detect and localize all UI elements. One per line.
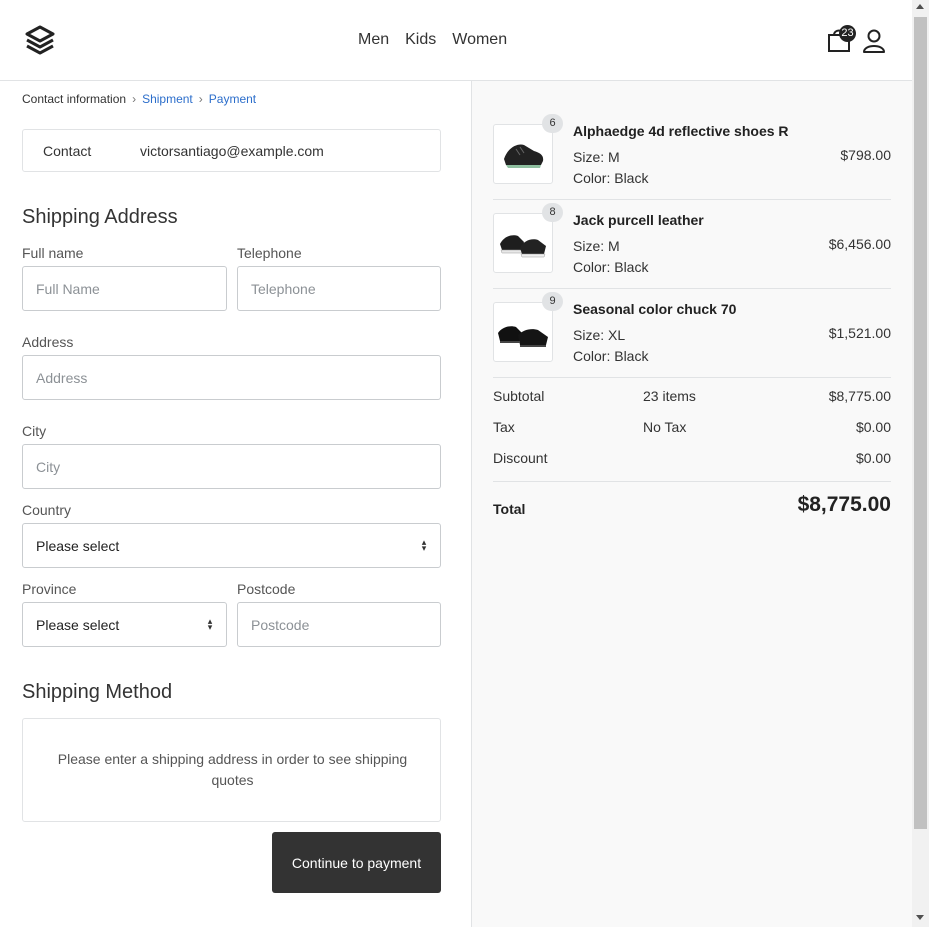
nav-link-women[interactable]: Women <box>444 30 515 50</box>
breadcrumb-contact-information: Contact information <box>22 92 127 106</box>
tax-value: $0.00 <box>855 419 891 435</box>
subtotal-label: Subtotal <box>493 388 545 404</box>
page-scrollbar[interactable] <box>912 0 929 927</box>
cart-item: 9 Seasonal color chuck 70 Size: XL Color… <box>493 289 891 378</box>
nav-link-kids[interactable]: Kids <box>397 30 444 50</box>
item-name: Alphaedge 4d reflective shoes R <box>573 123 789 139</box>
subtotal-items-count: 23 items <box>643 388 696 404</box>
full-name-label: Full name <box>22 245 84 261</box>
breadcrumb-separator: › <box>198 92 203 106</box>
item-quantity-badge: 9 <box>542 292 563 311</box>
shipping-method-message: Please enter a shipping address in order… <box>57 751 408 788</box>
contact-label: Contact <box>43 143 92 159</box>
grand-total-row: Total $8,775.00 <box>493 493 891 523</box>
full-name-input[interactable] <box>22 266 227 311</box>
country-selected-value: Please select <box>36 538 120 554</box>
item-name: Jack purcell leather <box>573 212 704 228</box>
item-size: Size: M <box>573 149 620 165</box>
total-divider <box>493 481 891 482</box>
breadcrumb-shipment[interactable]: Shipment <box>142 92 193 106</box>
product-thumbnail <box>493 124 553 184</box>
item-price: $798.00 <box>840 147 891 163</box>
item-quantity-badge: 8 <box>542 203 563 222</box>
scroll-up-arrow-icon[interactable] <box>916 4 924 9</box>
scroll-down-arrow-icon[interactable] <box>916 915 924 920</box>
discount-label: Discount <box>493 450 548 466</box>
shipping-address-title: Shipping Address <box>22 206 178 228</box>
select-arrows-icon: ▴ ▾ <box>421 537 427 553</box>
province-label: Province <box>22 581 77 597</box>
telephone-label: Telephone <box>237 245 302 261</box>
sneaker-image <box>500 235 546 258</box>
item-color: Color: Black <box>573 170 649 186</box>
shipping-method-title: Shipping Method <box>22 681 173 703</box>
sneaker-image <box>504 144 544 168</box>
breadcrumb-separator: › <box>132 92 137 106</box>
continue-to-payment-button[interactable]: Continue to payment <box>272 832 441 893</box>
city-label: City <box>22 423 47 439</box>
cart-count-badge: 23 <box>839 25 856 42</box>
site-header: Men Kids Women 23 <box>0 0 912 81</box>
postcode-label: Postcode <box>237 581 296 597</box>
select-arrows-icon: ▴ ▾ <box>207 616 213 632</box>
item-price: $6,456.00 <box>828 236 891 252</box>
order-summary: 6 Alphaedge 4d reflective shoes R Size: … <box>471 81 912 927</box>
item-price: $1,521.00 <box>828 325 891 341</box>
subtotal-value: $8,775.00 <box>828 388 891 404</box>
country-select[interactable]: Please select ▴ ▾ <box>22 523 441 568</box>
breadcrumb: Contact information › Shipment › Payment <box>22 92 256 106</box>
postcode-input[interactable] <box>237 602 441 647</box>
cart-item: 6 Alphaedge 4d reflective shoes R Size: … <box>493 111 891 200</box>
item-size: Size: M <box>573 238 620 254</box>
product-thumbnail <box>493 302 553 362</box>
main-nav: Men Kids Women <box>350 30 515 50</box>
item-name: Seasonal color chuck 70 <box>573 301 737 317</box>
discount-row: Discount $0.00 <box>493 450 891 481</box>
tax-note: No Tax <box>643 419 687 435</box>
shipping-method-box: Please enter a shipping address in order… <box>22 718 441 822</box>
contact-email: victorsantiago@example.com <box>140 143 324 159</box>
nav-link-men[interactable]: Men <box>350 30 397 50</box>
contact-summary: Contact victorsantiago@example.com <box>22 129 441 172</box>
subtotal-row: Subtotal 23 items $8,775.00 <box>493 388 891 419</box>
address-label: Address <box>22 334 74 350</box>
item-quantity-badge: 6 <box>542 114 563 133</box>
layers-logo-icon[interactable] <box>24 24 56 58</box>
item-size: Size: XL <box>573 327 626 343</box>
item-color: Color: Black <box>573 348 649 364</box>
user-icon[interactable] <box>862 28 886 54</box>
sneaker-image <box>498 326 548 347</box>
address-input[interactable] <box>22 355 441 400</box>
total-label: Total <box>493 501 526 517</box>
totals-list: Subtotal 23 items $8,775.00 Tax No Tax $… <box>493 388 891 481</box>
breadcrumb-payment[interactable]: Payment <box>209 92 256 106</box>
product-thumbnail <box>493 213 553 273</box>
country-label: Country <box>22 502 72 518</box>
telephone-input[interactable] <box>237 266 441 311</box>
item-color: Color: Black <box>573 259 649 275</box>
city-input[interactable] <box>22 444 441 489</box>
tax-row: Tax No Tax $0.00 <box>493 419 891 450</box>
discount-value: $0.00 <box>855 450 891 466</box>
cart-item: 8 Jack purcell leather Size: M Color: Bl… <box>493 200 891 289</box>
total-value: $8,775.00 <box>797 493 891 516</box>
tax-label: Tax <box>493 419 515 435</box>
scrollbar-thumb[interactable] <box>914 17 927 829</box>
province-selected-value: Please select <box>36 617 120 633</box>
province-select[interactable]: Please select ▴ ▾ <box>22 602 227 647</box>
